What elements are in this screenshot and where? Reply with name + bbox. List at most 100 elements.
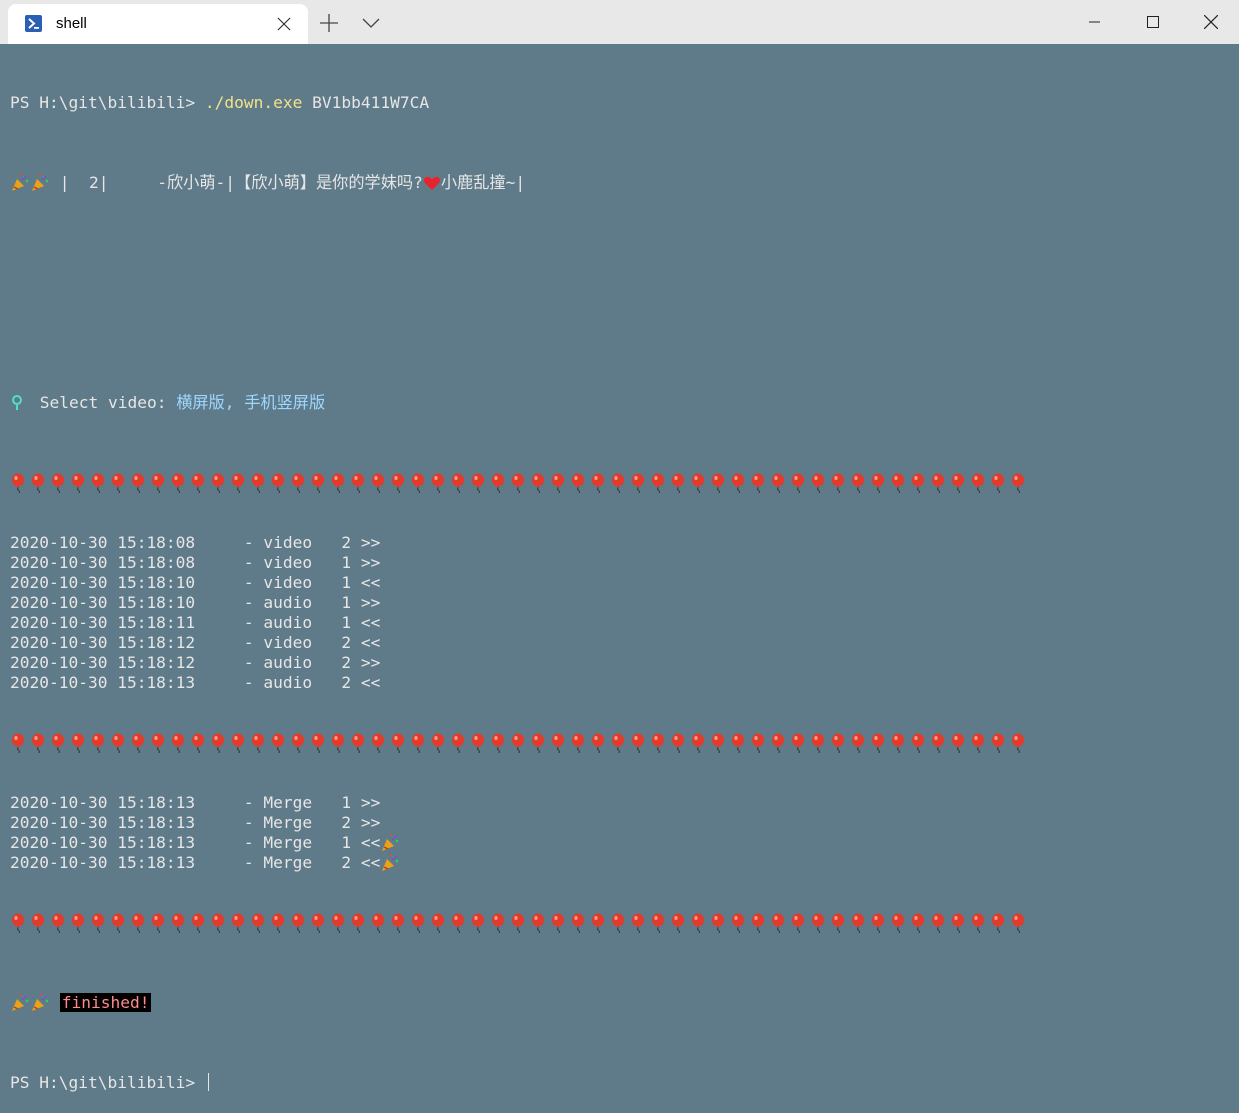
balloon-icon [812,473,824,493]
balloon-icon [232,913,244,933]
balloon-icon [752,913,764,933]
balloon-icon [612,473,624,493]
balloon-icon [92,913,104,933]
balloon-icon [212,913,224,933]
log-line: 2020-10-30 15:18:10 - audio 1 >> [10,593,1235,613]
final-prompt-line[interactable]: PS H:\git\bilibili> [10,1073,1235,1093]
close-tab-icon[interactable] [276,16,292,32]
balloon-icon [932,913,944,933]
balloon-icon [712,473,724,493]
balloon-icon [692,473,704,493]
close-window-button[interactable] [1182,0,1239,44]
select-line: Select video: 横屏版, 手机竖屏版 [10,393,1235,413]
balloon-icon [472,473,484,493]
balloon-icon [512,913,524,933]
text-cursor [207,1073,209,1091]
balloon-icon [632,913,644,933]
balloon-icon [52,913,64,933]
balloon-icon [592,733,604,753]
finished-badge: finished! [59,993,152,1012]
log-text: 2020-10-30 15:18:13 - audio 2 << [10,673,381,692]
balloon-icon [972,733,984,753]
terminal-output[interactable]: PS H:\git\bilibili> ./down.exe BV1bb411W… [10,53,1235,1113]
finished-line: finished! [10,993,1235,1013]
powershell-icon [25,15,42,32]
balloon-icon [872,473,884,493]
balloon-icon [72,733,84,753]
balloon-icon [432,733,444,753]
balloon-icon [852,913,864,933]
balloon-icon [392,913,404,933]
balloon-icon [192,473,204,493]
chevron-down-icon[interactable] [360,14,382,32]
balloon-icon [892,913,904,933]
balloon-icon [152,913,164,933]
balloon-icon [172,473,184,493]
select-value: 横屏版, 手机竖屏版 [176,393,326,412]
minimize-button[interactable] [1066,0,1124,44]
balloon-icon [12,913,24,933]
party-popper-icon [32,173,49,191]
balloon-icon [212,733,224,753]
balloon-icon [592,473,604,493]
balloon-icon [492,913,504,933]
tab-title: shell [56,15,87,32]
balloon-icon [692,913,704,933]
maximize-icon [1147,16,1159,28]
info-line: | 2| -欣小萌-|【欣小萌】是你的学妹吗? 小鹿乱撞~| [10,173,1235,193]
log-text: 2020-10-30 15:18:13 - Merge 2 >> [10,813,381,832]
balloon-icon [832,733,844,753]
balloon-icon [532,473,544,493]
balloon-icon [652,733,664,753]
balloon-icon [1012,473,1024,493]
log-line: 2020-10-30 15:18:13 - Merge 1 << [10,833,1235,853]
log-line: 2020-10-30 15:18:08 - video 2 >> [10,533,1235,553]
balloon-icon [912,913,924,933]
balloon-icon [752,733,764,753]
balloon-icon [1012,733,1024,753]
log-line: 2020-10-30 15:18:13 - Merge 2 >> [10,813,1235,833]
balloon-icon [292,913,304,933]
balloon-icon [272,913,284,933]
info-suffix: 小鹿乱撞~| [440,173,526,192]
balloon-icon [192,733,204,753]
tab-shell[interactable]: shell [8,4,308,44]
balloon-icon [332,733,344,753]
party-popper-icon [12,993,29,1011]
log-line: 2020-10-30 15:18:10 - video 1 << [10,573,1235,593]
balloon-icon [172,733,184,753]
balloon-icon [812,733,824,753]
balloon-icon [12,733,24,753]
maximize-button[interactable] [1124,0,1182,44]
balloon-icon [952,473,964,493]
balloon-icon [252,913,264,933]
balloon-icon [732,473,744,493]
balloon-icon [552,473,564,493]
balloon-icon [672,733,684,753]
log-line: 2020-10-30 15:18:13 - audio 2 << [10,673,1235,693]
log-text: 2020-10-30 15:18:10 - audio 1 >> [10,593,381,612]
new-tab-icon[interactable] [318,12,340,34]
balloon-icon [312,913,324,933]
balloon-icon [452,473,464,493]
balloon-icon [372,733,384,753]
log-text: 2020-10-30 15:18:11 - audio 1 << [10,613,381,632]
balloon-icon [992,913,1004,933]
balloon-icon [512,473,524,493]
balloon-icon [252,733,264,753]
balloon-icon [132,473,144,493]
balloon-icon [612,733,624,753]
prompt: PS H:\git\bilibili> [10,93,205,112]
balloon-icon [92,733,104,753]
balloon-icon [352,733,364,753]
select-label: Select video: [30,393,177,412]
balloon-icon [152,733,164,753]
log-text: 2020-10-30 15:18:12 - video 2 << [10,633,381,652]
balloon-icon [452,913,464,933]
log-line: 2020-10-30 15:18:08 - video 1 >> [10,553,1235,573]
balloon-icon [292,733,304,753]
balloon-icon [592,913,604,933]
balloon-icon [932,473,944,493]
balloon-icon [132,913,144,933]
